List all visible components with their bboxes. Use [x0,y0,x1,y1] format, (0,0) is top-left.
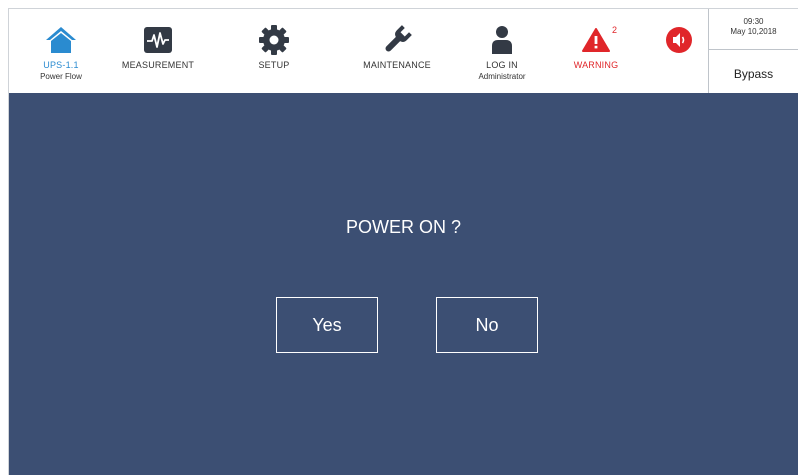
dialog-title: POWER ON ? [345,217,461,237]
alarm-speaker-icon [665,23,693,57]
top-nav-bar: UPS-1.1 Power Flow MEASUREMENT SETUP MAI… [9,9,798,93]
nav-label-ups: UPS-1.1 [43,60,79,70]
wrench-icon [381,23,413,57]
status-divider [709,49,798,50]
clock-date: May 10,2018 [730,27,777,36]
nav-label-warning: WARNING [573,60,619,70]
nav-maintenance[interactable]: MAINTENANCE [349,9,445,93]
gear-icon [258,23,290,57]
warning-icon: 2 [582,23,617,57]
nav-login[interactable]: LOG IN Administrator [467,9,537,93]
status-panel: 09:30 May 10,2018 Bypass [708,9,798,93]
warning-count-badge: 2 [612,25,618,35]
yes-button[interactable]: Yes [276,297,378,353]
nav-label-setup: SETUP [258,60,290,70]
clock-time: 09:30 [743,17,764,26]
nav-sublabel-administrator: Administrator [478,72,526,81]
power-on-dialog: POWER ON ? Yes No [9,93,798,475]
clock: 09:30 May 10,2018 [709,17,798,37]
nav-power-flow[interactable]: UPS-1.1 Power Flow [31,9,91,93]
alarm-mute-button[interactable] [659,9,699,93]
nav-setup[interactable]: SETUP [249,9,299,93]
user-icon [490,23,514,57]
no-button[interactable]: No [436,297,538,353]
nav-warning[interactable]: 2 WARNING [564,9,628,93]
nav-label-login: LOG IN [486,60,518,70]
waveform-icon [143,23,173,57]
operating-mode: Bypass [733,67,774,81]
home-icon [44,23,78,57]
nav-label-maintenance: MAINTENANCE [363,60,431,70]
nav-measurement[interactable]: MEASUREMENT [113,9,203,93]
nav-label-measurement: MEASUREMENT [121,60,195,70]
nav-sublabel-power-flow: Power Flow [40,72,82,81]
